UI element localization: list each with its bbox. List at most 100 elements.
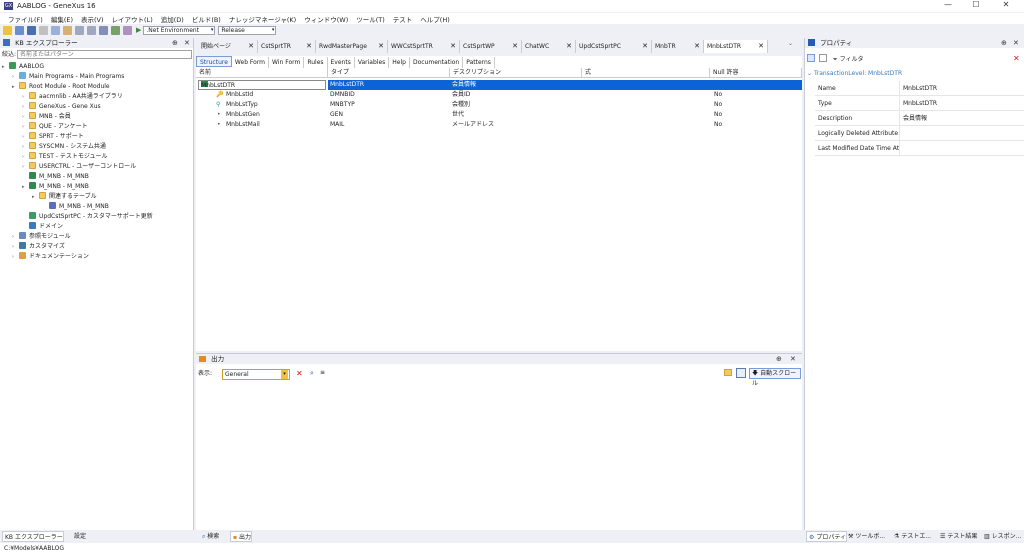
tab-web-form[interactable]: Web Form	[232, 57, 270, 68]
table-row[interactable]: • MnbLstMail MAIL メールアドレス No	[196, 120, 802, 130]
tab-patterns[interactable]: Patterns	[463, 57, 495, 68]
rebuild-icon[interactable]	[123, 25, 132, 35]
new-icon[interactable]	[3, 25, 12, 35]
tab-search[interactable]: ⌕ 検索	[200, 531, 219, 542]
tab-test-results[interactable]: ☰ テスト結果	[938, 531, 977, 542]
close-icon[interactable]: ✕	[306, 40, 312, 53]
property-row-logically-deleted-attribute[interactable]: Logically Deleted Attribute	[815, 126, 1024, 141]
close-icon[interactable]: ✕	[790, 354, 796, 364]
tree-item-domain[interactable]: ドメイン	[22, 222, 63, 232]
tree-item-m-mnb-2[interactable]: ▸ M_MNB - M_MNB	[22, 182, 89, 192]
close-window-button[interactable]: ✕	[992, 0, 1020, 12]
copy-icon[interactable]	[51, 25, 60, 35]
property-row-type[interactable]: Type MnbLstDTR	[815, 96, 1024, 111]
tree-item-sprt[interactable]: › SPRT - サポート	[22, 132, 84, 142]
filter-label[interactable]: フィルタ	[840, 56, 864, 63]
pin-icon[interactable]: ⊕	[1001, 38, 1007, 48]
clear-icon[interactable]: ✕	[296, 369, 303, 378]
output-category-select[interactable]: General ▾	[222, 369, 290, 380]
environment-select[interactable]: .Net Environment ▾	[143, 25, 216, 35]
wrap-icon[interactable]: ≡	[320, 369, 325, 376]
close-icon[interactable]: ✕	[642, 40, 648, 53]
undo-icon[interactable]	[75, 25, 84, 35]
run-icon[interactable]: ▶	[136, 26, 141, 34]
menu-knowledge-manager[interactable]: ナレッジマネージャ(K)	[229, 14, 296, 24]
tree-item-customize[interactable]: › カスタマイズ	[12, 242, 65, 252]
tree-item-documentation[interactable]: › ドキュメンテーション	[12, 252, 89, 262]
tab-kb-explorer[interactable]: KB エクスプローラー	[2, 531, 64, 542]
close-icon[interactable]: ✕	[248, 40, 254, 53]
tab-responsive[interactable]: ▥ レスポン...	[982, 531, 1021, 542]
tree-item-m-mnb-table[interactable]: M_MNB - M_MNB	[42, 202, 109, 212]
deploy-icon[interactable]	[111, 25, 120, 35]
menu-tools[interactable]: ツール(T)	[356, 14, 385, 24]
tree-item-aacmnlib[interactable]: › aacmnlib - AA共通ライブラリ	[22, 92, 123, 102]
tab-toolbox[interactable]: ⚒ ツールボ...	[846, 531, 885, 542]
tab-test-explorer[interactable]: ⚗ テストエ...	[892, 531, 931, 542]
alphabetical-icon[interactable]	[818, 54, 827, 62]
column-header-nullable[interactable]: Null 許容	[710, 68, 802, 78]
tab-properties[interactable]: ⚙ プロパティ	[806, 531, 847, 542]
tab-preferences[interactable]: 設定	[72, 531, 86, 542]
tab-overflow-icon[interactable]: ⌄	[788, 40, 793, 47]
tab-cstsprttr[interactable]: CstSprtTR ✕	[258, 40, 316, 53]
menu-window[interactable]: ウィンドウ(W)	[304, 14, 348, 24]
filter-icon[interactable]: ⏷	[833, 56, 838, 63]
tab-wwcstsprttr[interactable]: WWCstSprtTR ✕	[388, 40, 460, 53]
auto-scroll-button[interactable]: 🡇 自動スクロール	[749, 368, 801, 387]
configuration-select[interactable]: Release ▾	[218, 25, 277, 35]
column-header-description[interactable]: デスクリプション	[450, 68, 582, 78]
tab-rules[interactable]: Rules	[304, 57, 328, 68]
menu-build[interactable]: ビルド(B)	[192, 14, 221, 24]
categorized-icon[interactable]	[807, 54, 815, 62]
tab-rwdmasterpage[interactable]: RwdMasterPage ✕	[316, 40, 388, 53]
paste-icon[interactable]	[63, 25, 72, 35]
menu-help[interactable]: ヘルプ(H)	[420, 14, 449, 24]
clear-filter-icon[interactable]: ✕	[1013, 54, 1020, 63]
menu-view[interactable]: 表示(V)	[81, 14, 104, 24]
tree-item-genexus[interactable]: › GeneXus - Gene Xus	[22, 102, 101, 112]
close-icon[interactable]: ✕	[450, 40, 456, 53]
save-icon[interactable]	[15, 25, 24, 35]
tab-win-form[interactable]: Win Form	[269, 57, 305, 68]
build-icon[interactable]	[99, 25, 108, 35]
tab-cstsprtwp[interactable]: CstSprtWP ✕	[460, 40, 522, 53]
level-name-cell[interactable]: ⊟ MnbLstDTR	[198, 80, 326, 90]
pin-icon[interactable]: ⊕	[776, 354, 782, 364]
tree-item-reference-modules[interactable]: › 参照モジュール	[12, 232, 71, 242]
tab-mnblstdtr[interactable]: MnbLstDTR ✕	[704, 40, 768, 53]
table-row[interactable]: ⚲ MnbLstTyp MNBTYP 会種別 No	[196, 100, 802, 110]
tab-variables[interactable]: Variables	[355, 57, 390, 68]
menu-insert[interactable]: 追加(D)	[161, 14, 184, 24]
save-all-icon[interactable]	[27, 25, 36, 35]
tree-item-syscmn[interactable]: › SYSCMN - システム共通	[22, 142, 106, 152]
table-row[interactable]: ⊟ MnbLstDTR MnbLstDTR 会員情報	[196, 80, 802, 90]
menu-layout[interactable]: レイアウト(L)	[112, 14, 153, 24]
tree-item-main-programs[interactable]: › Main Programs - Main Programs	[12, 72, 124, 82]
close-icon[interactable]: ✕	[758, 40, 764, 53]
tab-events[interactable]: Events	[328, 57, 355, 68]
kb-filter-input[interactable]	[17, 50, 192, 59]
tree-item-userctrl[interactable]: › USERCTRL - ユーザーコントロール	[22, 162, 136, 172]
tab-structure[interactable]: Structure	[196, 56, 232, 67]
minimize-button[interactable]: —	[934, 0, 962, 12]
table-row[interactable]: • MnbLstGen GEN 世代 No	[196, 110, 802, 120]
pin-icon[interactable]: ⊕	[172, 38, 178, 48]
tab-mnbtr[interactable]: MnbTR ✕	[652, 40, 704, 53]
close-icon[interactable]: ✕	[378, 40, 384, 53]
menu-test[interactable]: テスト	[393, 14, 413, 24]
tree-item-m-mnb-1[interactable]: M_MNB - M_MNB	[22, 172, 89, 182]
folder-icon[interactable]	[724, 369, 732, 376]
tab-help[interactable]: Help	[389, 57, 410, 68]
redo-icon[interactable]	[87, 25, 96, 35]
menu-edit[interactable]: 編集(E)	[51, 14, 73, 24]
property-row-description[interactable]: Description 会員情報	[815, 111, 1024, 126]
close-icon[interactable]: ✕	[694, 40, 700, 53]
tab-output[interactable]: ▪ 出力	[230, 531, 253, 542]
tree-item-root-module[interactable]: ▸ Root Module - Root Module	[12, 82, 110, 92]
tree-item-kb-root[interactable]: ▸ AABLOG	[2, 62, 44, 72]
property-row-name[interactable]: Name MnbLstDTR	[815, 81, 1024, 96]
maximize-button[interactable]: ☐	[962, 0, 990, 12]
close-icon[interactable]: ✕	[512, 40, 518, 53]
tree-item-que[interactable]: › QUE - アンケート	[22, 122, 88, 132]
